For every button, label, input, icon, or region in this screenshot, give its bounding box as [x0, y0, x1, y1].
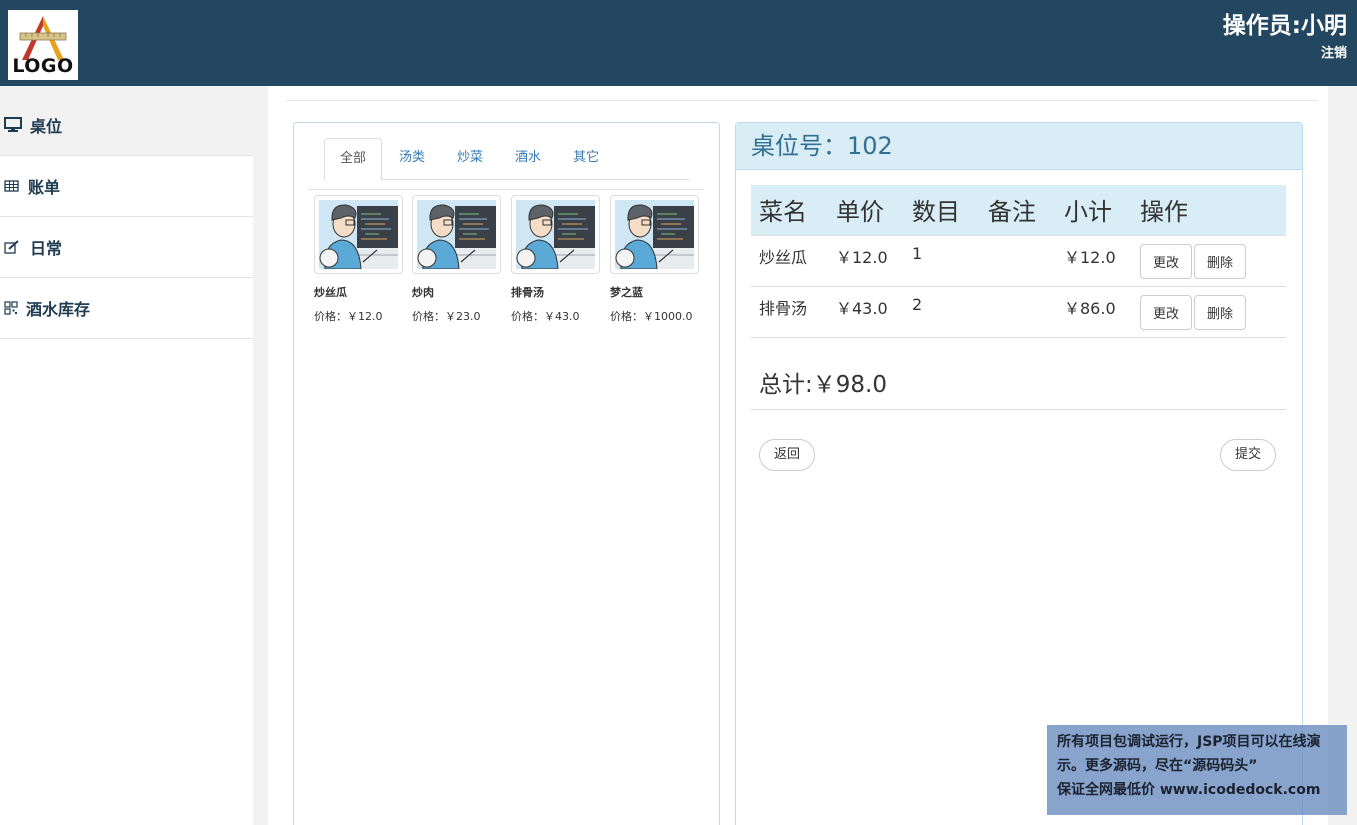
divider: [751, 409, 1286, 410]
dish-image[interactable]: [610, 195, 699, 274]
dish-card[interactable]: 炒肉 价格：￥23.0: [412, 195, 511, 324]
actions-cell: 更改 删除: [1132, 286, 1286, 338]
sidebar-item-label: 日常: [30, 239, 63, 258]
top-header: LOGO 操作员:小明 注销: [0, 0, 1357, 86]
sidebar: 桌位 账单 日常 酒水库存: [0, 95, 253, 825]
edit-button[interactable]: 更改: [1140, 243, 1193, 279]
sidebar-item-tables[interactable]: 桌位: [0, 95, 253, 156]
column-header: 操作: [1132, 185, 1286, 236]
divider: [286, 100, 1318, 101]
actions-cell: 更改 删除: [1132, 235, 1286, 287]
tab-other[interactable]: 其它: [558, 138, 614, 180]
unit-price-cell: ￥12.0: [828, 235, 904, 287]
dish-image[interactable]: [412, 195, 501, 274]
dish-card[interactable]: 排骨汤 价格：￥43.0: [511, 195, 610, 324]
tab-soup[interactable]: 汤类: [384, 138, 440, 180]
logo-text: LOGO: [12, 55, 74, 77]
order-total: 总计:￥98.0: [759, 372, 887, 398]
tab-stir-fry[interactable]: 炒菜: [442, 138, 498, 180]
programmer-illustration-icon: [319, 200, 398, 269]
logo[interactable]: LOGO: [8, 10, 78, 80]
menu-panel: 全部 汤类 炒菜 酒水 其它 炒丝瓜 价格：￥12.0 炒肉 价格：￥23.0 …: [293, 122, 720, 825]
quantity-cell: 1: [904, 235, 980, 287]
order-table: 菜名 单价 数目 备注 小计 操作 炒丝瓜 ￥12.0 1 ￥12.0 更改 删除…: [751, 185, 1286, 338]
table-icon: [4, 179, 26, 193]
note-cell: [980, 235, 1056, 287]
sidebar-item-daily[interactable]: 日常: [0, 217, 253, 278]
dish-card[interactable]: 炒丝瓜 价格：￥12.0: [314, 195, 413, 324]
subtotal-cell: ￥86.0: [1056, 286, 1132, 338]
scrollbar-track[interactable]: [1328, 86, 1357, 825]
qrcode-icon: [4, 301, 26, 315]
divider: [308, 189, 704, 190]
operator-name: 操作员:小明: [1222, 13, 1347, 39]
tab-drinks[interactable]: 酒水: [500, 138, 556, 180]
dish-name: 炒肉: [412, 286, 434, 299]
dish-price: 价格：￥43.0: [511, 310, 580, 323]
table-row: 排骨汤 ￥43.0 2 ￥86.0 更改 删除: [751, 286, 1286, 338]
dish-price: 价格：￥23.0: [412, 310, 481, 323]
quantity-cell: 2: [904, 286, 980, 338]
programmer-illustration-icon: [615, 200, 694, 269]
logout-link[interactable]: 注销: [1321, 42, 1347, 61]
dish-image[interactable]: [314, 195, 403, 274]
sidebar-item-label: 酒水库存: [26, 300, 91, 319]
order-panel: 桌位号：102 菜名 单价 数目 备注 小计 操作 炒丝瓜 ￥12.0 1 ￥1…: [735, 122, 1303, 825]
table-number-heading: 桌位号：102: [736, 123, 1302, 170]
dish-name-cell: 炒丝瓜: [751, 235, 828, 287]
column-header: 数目: [904, 185, 980, 236]
back-button[interactable]: 返回: [759, 439, 816, 471]
sidebar-item-inventory[interactable]: 酒水库存: [0, 278, 253, 339]
sidebar-item-label: 桌位: [30, 117, 63, 136]
table-header-row: 菜名 单价 数目 备注 小计 操作: [751, 185, 1286, 236]
dish-name: 炒丝瓜: [314, 286, 347, 299]
column-header: 备注: [980, 185, 1056, 236]
tab-all[interactable]: 全部: [324, 138, 383, 181]
dish-name: 排骨汤: [511, 286, 544, 299]
watermark-line: 示。更多源码，尽在“源码码头”: [1057, 758, 1258, 774]
dish-image[interactable]: [511, 195, 600, 274]
edit-button[interactable]: 更改: [1140, 294, 1193, 330]
dish-price: 价格：￥12.0: [314, 310, 383, 323]
watermark-line: 所有项目包调试运行，JSP项目可以在线演: [1057, 734, 1321, 750]
dish-name-cell: 排骨汤: [751, 286, 828, 338]
dish-price: 价格：￥1000.0: [610, 310, 693, 323]
subtotal-cell: ￥12.0: [1056, 235, 1132, 287]
note-cell: [980, 286, 1056, 338]
watermark-line: 保证全网最低价 www.icodedock.com: [1057, 782, 1321, 798]
monitor-icon: [4, 117, 26, 133]
dish-card[interactable]: 梦之蓝 价格：￥1000.0: [610, 195, 709, 324]
watermark-banner: 所有项目包调试运行，JSP项目可以在线演 示。更多源码，尽在“源码码头” 保证全…: [1047, 725, 1347, 815]
edit-icon: [4, 240, 26, 254]
column-header: 单价: [828, 185, 904, 236]
delete-button[interactable]: 删除: [1194, 294, 1247, 330]
programmer-illustration-icon: [417, 200, 496, 269]
sidebar-item-label: 账单: [28, 178, 61, 197]
delete-button[interactable]: 删除: [1194, 243, 1247, 279]
sidebar-item-bills[interactable]: 账单: [0, 156, 253, 217]
unit-price-cell: ￥43.0: [828, 286, 904, 338]
column-header: 小计: [1056, 185, 1132, 236]
category-tabs: 全部 汤类 炒菜 酒水 其它: [324, 138, 689, 181]
dish-name: 梦之蓝: [610, 286, 643, 299]
programmer-illustration-icon: [516, 200, 595, 269]
column-header: 菜名: [751, 185, 828, 236]
table-row: 炒丝瓜 ￥12.0 1 ￥12.0 更改 删除: [751, 235, 1286, 287]
submit-button[interactable]: 提交: [1220, 439, 1277, 471]
